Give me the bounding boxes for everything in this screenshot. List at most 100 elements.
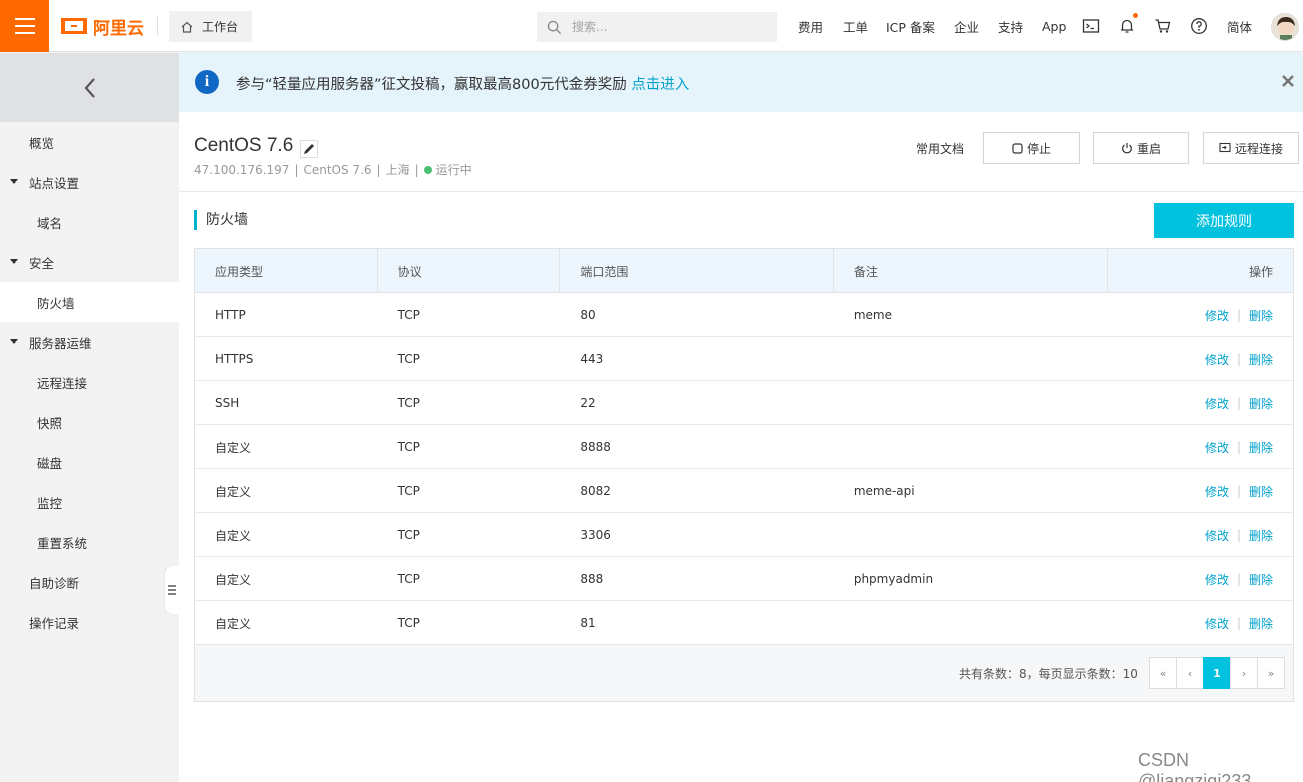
stop-button[interactable]: 停止 bbox=[983, 132, 1080, 164]
table-row: 自定义 TCP 81 修改 | 删除 bbox=[195, 601, 1293, 645]
cell-actions: 修改 | 删除 bbox=[1108, 293, 1293, 337]
nav-enterprise[interactable]: 企业 bbox=[954, 0, 979, 52]
action-separator: | bbox=[1236, 572, 1241, 586]
sidebar-item-site-settings[interactable]: 站点设置 bbox=[0, 162, 179, 202]
delete-rule-link[interactable]: 删除 bbox=[1249, 395, 1273, 412]
add-rule-button[interactable]: 添加规则 bbox=[1154, 203, 1294, 238]
search-box[interactable] bbox=[537, 12, 777, 42]
column-header-actions: 操作 bbox=[1249, 264, 1274, 279]
page-first-button[interactable]: « bbox=[1149, 657, 1177, 689]
edit-rule-link[interactable]: 修改 bbox=[1205, 483, 1229, 500]
avatar[interactable] bbox=[1271, 13, 1299, 41]
nav-billing[interactable]: 费用 bbox=[798, 0, 823, 52]
edit-rule-link[interactable]: 修改 bbox=[1205, 351, 1229, 368]
delete-rule-link[interactable]: 删除 bbox=[1249, 571, 1273, 588]
table-row: HTTP TCP 80 meme 修改 | 删除 bbox=[195, 293, 1293, 337]
delete-rule-link[interactable]: 删除 bbox=[1249, 439, 1273, 456]
cell-actions: 修改 | 删除 bbox=[1108, 381, 1293, 425]
bell-icon[interactable] bbox=[1118, 17, 1136, 35]
cell-type: 自定义 bbox=[215, 484, 252, 499]
delete-rule-link[interactable]: 删除 bbox=[1249, 615, 1273, 632]
sidebar-item-domain[interactable]: 域名 bbox=[0, 202, 179, 242]
sidebar-item-self-diagnosis[interactable]: 自助诊断 bbox=[0, 562, 179, 602]
page-current-button[interactable]: 1 bbox=[1203, 657, 1231, 689]
search-input[interactable] bbox=[572, 20, 752, 34]
sidebar-item-firewall[interactable]: 防火墙 bbox=[0, 282, 179, 322]
sidebar-item-disk[interactable]: 磁盘 bbox=[0, 442, 179, 482]
cell-note bbox=[834, 337, 1108, 381]
section-title: 防火墙 bbox=[194, 210, 248, 230]
close-icon[interactable] bbox=[1280, 73, 1296, 89]
cell-port: 3306 bbox=[580, 528, 611, 542]
nav-app[interactable]: App bbox=[1042, 0, 1066, 52]
table-row: 自定义 TCP 8888 修改 | 删除 bbox=[195, 425, 1293, 469]
sidebar-item-operation-log[interactable]: 操作记录 bbox=[0, 602, 179, 642]
edit-rule-link[interactable]: 修改 bbox=[1205, 571, 1229, 588]
edit-icon[interactable] bbox=[300, 140, 318, 158]
sidebar-item-label: 安全 bbox=[29, 255, 55, 271]
cell-note: meme bbox=[853, 308, 892, 322]
sidebar-item-reset-system[interactable]: 重置系统 bbox=[0, 522, 179, 562]
power-icon bbox=[1122, 143, 1132, 154]
restart-button[interactable]: 重启 bbox=[1093, 132, 1189, 164]
edit-rule-link[interactable]: 修改 bbox=[1205, 615, 1229, 632]
delete-rule-link[interactable]: 删除 bbox=[1249, 351, 1273, 368]
cell-port: 8888 bbox=[580, 440, 611, 454]
aliyun-logo[interactable]: 阿里云 bbox=[61, 14, 144, 39]
sidebar-item-remote[interactable]: 远程连接 bbox=[0, 362, 179, 402]
page-next-button[interactable]: › bbox=[1230, 657, 1258, 689]
edit-rule-link[interactable]: 修改 bbox=[1205, 307, 1229, 324]
menu-button[interactable] bbox=[0, 0, 49, 52]
banner-link[interactable]: 点击进入 bbox=[631, 77, 689, 93]
cell-type: HTTPS bbox=[215, 352, 254, 366]
edit-rule-link[interactable]: 修改 bbox=[1205, 395, 1229, 412]
nav-support[interactable]: 支持 bbox=[998, 0, 1023, 52]
chevron-left-icon bbox=[84, 77, 95, 98]
delete-rule-link[interactable]: 删除 bbox=[1249, 307, 1273, 324]
sidebar-item-server-ops[interactable]: 服务器运维 bbox=[0, 322, 179, 362]
sidebar-item-label: 服务器运维 bbox=[29, 335, 92, 351]
edit-rule-link[interactable]: 修改 bbox=[1205, 527, 1229, 544]
delete-rule-link[interactable]: 删除 bbox=[1249, 483, 1273, 500]
sidebar-item-security[interactable]: 安全 bbox=[0, 242, 179, 282]
terminal-icon[interactable] bbox=[1082, 17, 1100, 35]
page-last-button[interactable]: » bbox=[1257, 657, 1285, 689]
cell-port: 81 bbox=[580, 616, 596, 630]
nav-tickets[interactable]: 工单 bbox=[843, 0, 868, 52]
table-row: 自定义 TCP 888 phpmyadmin 修改 | 删除 bbox=[195, 557, 1293, 601]
language-switch[interactable]: 简体 bbox=[1227, 0, 1252, 52]
workbench-button[interactable]: 工作台 bbox=[169, 11, 252, 42]
cell-type: 自定义 bbox=[215, 440, 252, 455]
sidebar-item-snapshot[interactable]: 快照 bbox=[0, 402, 179, 442]
sidebar-back-button[interactable] bbox=[0, 53, 179, 122]
logo-text: 阿里云 bbox=[93, 18, 144, 39]
cart-icon[interactable] bbox=[1154, 17, 1172, 35]
firewall-table: 应用类型 协议 端口范围 备注 操作 HTTP TCP 80 meme 修改 | 删除 HTT… bbox=[194, 248, 1294, 702]
cell-port: 443 bbox=[580, 352, 604, 366]
docs-link[interactable]: 常用文档 bbox=[916, 140, 964, 157]
cell-actions: 修改 | 删除 bbox=[1108, 513, 1293, 557]
table-row: HTTPS TCP 443 修改 | 删除 bbox=[195, 337, 1293, 381]
edit-rule-link[interactable]: 修改 bbox=[1205, 439, 1229, 456]
page-prev-button[interactable]: ‹ bbox=[1176, 657, 1204, 689]
menu-icon bbox=[14, 18, 35, 34]
top-bar: 阿里云 工作台 费用 工单 ICP 备案 企业 支持 App 简体 bbox=[0, 0, 1303, 52]
nav-icp[interactable]: ICP 备案 bbox=[886, 0, 935, 52]
sidebar-item-overview[interactable]: 概览 bbox=[0, 122, 179, 162]
cell-type: 自定义 bbox=[215, 616, 252, 631]
action-separator: | bbox=[1236, 616, 1241, 630]
cell-note bbox=[834, 381, 1108, 425]
sidebar: 概览 站点设置 域名 安全 防火墙 服务器运维 远程连接 快照 磁盘 监控 重置… bbox=[0, 53, 179, 782]
cell-type: 自定义 bbox=[215, 528, 252, 543]
sidebar-toggle-handle[interactable] bbox=[165, 566, 179, 614]
list-icon bbox=[168, 585, 176, 595]
server-region: 上海 bbox=[385, 163, 410, 177]
table-header: 应用类型 协议 端口范围 备注 操作 bbox=[195, 249, 1293, 293]
cell-type: SSH bbox=[215, 396, 240, 410]
remote-connect-button[interactable]: 远程连接 bbox=[1203, 132, 1299, 164]
cell-note bbox=[834, 513, 1108, 557]
help-icon[interactable] bbox=[1190, 17, 1208, 35]
pagination: « ‹ 1 › » bbox=[1149, 657, 1285, 689]
sidebar-item-monitor[interactable]: 监控 bbox=[0, 482, 179, 522]
delete-rule-link[interactable]: 删除 bbox=[1249, 527, 1273, 544]
